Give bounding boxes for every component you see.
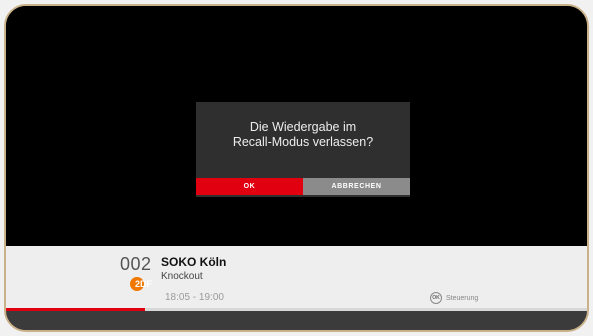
dialog-message: Die Wiedergabe im Recall-Modus verlassen… [196,120,410,150]
zdf-logo-text: 2DF [135,279,153,289]
bottom-strip [6,311,587,330]
dialog-buttons: OK ABBRECHEN [196,178,410,195]
cancel-button[interactable]: ABBRECHEN [303,178,410,195]
program-time: 18:05 - 19:00 [165,292,224,303]
ok-button[interactable]: OK [196,178,303,195]
control-hint: OK Steuerung [430,292,478,304]
exit-recall-dialog: Die Wiedergabe im Recall-Modus verlassen… [196,102,410,197]
tv-screen: Die Wiedergabe im Recall-Modus verlassen… [4,4,589,332]
program-title: SOKO Köln [161,255,227,269]
dialog-message-line1: Die Wiedergabe im [249,120,357,134]
program-info-bar: 002 2DF SOKO Köln Knockout 18:05 - 19:00… [6,246,587,314]
dialog-message-line2: Recall-Modus verlassen? [232,135,374,149]
channel-number: 002 [120,254,152,274]
ok-key-icon: OK [430,292,442,304]
control-hint-label: Steuerung [446,294,479,302]
zdf-logo-icon: 2DF [130,277,153,291]
episode-title: Knockout [161,271,203,282]
screen-frame: Die Wiedergabe im Recall-Modus verlassen… [0,0,593,336]
